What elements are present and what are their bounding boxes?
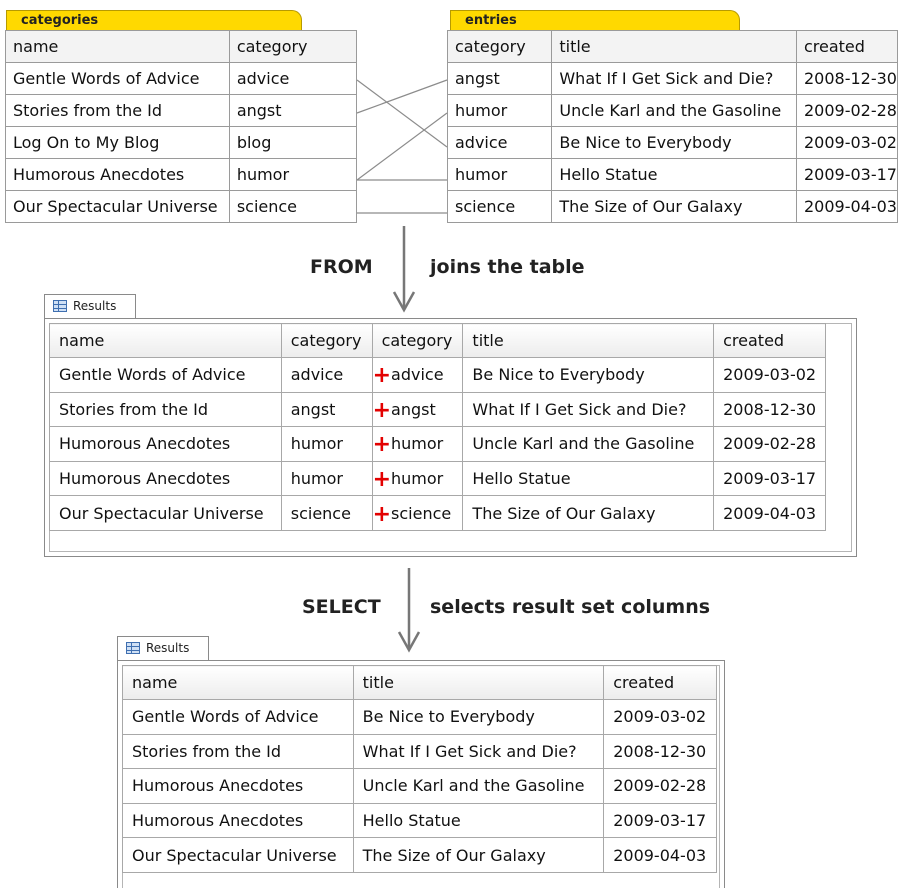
join-plus-icon: + bbox=[372, 397, 392, 423]
join-plus-icon: + bbox=[372, 432, 392, 458]
cell-title: What If I Get Sick and Die? bbox=[462, 391, 715, 428]
cell-title: What If I Get Sick and Die? bbox=[352, 733, 605, 770]
table-row[interactable]: Our Spectacular Universe The Size of Our… bbox=[122, 837, 717, 873]
results-header-row: name title created bbox=[122, 665, 717, 700]
column-header-category[interactable]: category bbox=[371, 323, 464, 358]
join-line-advice bbox=[356, 79, 448, 148]
results-header-row: name category category title created bbox=[49, 323, 826, 358]
cell-category-text: humor bbox=[391, 469, 444, 489]
cell-category: humor bbox=[280, 426, 373, 462]
down-arrow-icon bbox=[392, 226, 416, 313]
cell-name: Stories from the Id bbox=[49, 391, 282, 428]
column-header-created[interactable]: created bbox=[603, 665, 717, 700]
cell-category: +advice bbox=[371, 357, 464, 393]
cell-title: Be Nice to Everybody bbox=[352, 699, 605, 735]
select-keyword: SELECT bbox=[302, 596, 381, 618]
selected-results-table: name title created Gentle Words of Advic… bbox=[122, 665, 717, 873]
cell-name: Stories from the Id bbox=[122, 733, 354, 770]
column-header-name[interactable]: name bbox=[122, 665, 354, 700]
results-tab-label: Results bbox=[146, 641, 190, 655]
cell-category: +science bbox=[371, 495, 464, 531]
cell-created: 2009-03-17 bbox=[713, 460, 826, 497]
from-keyword: FROM bbox=[310, 256, 373, 278]
column-header-created[interactable]: created bbox=[713, 323, 826, 358]
cell-title: The Size of Our Galaxy bbox=[462, 495, 715, 531]
cell-category-text: science bbox=[391, 503, 452, 523]
join-line-humor-1 bbox=[356, 112, 448, 181]
table-row[interactable]: Stories from the Id angst +angst What If… bbox=[49, 391, 826, 428]
results-tab[interactable]: Results bbox=[117, 636, 209, 661]
table-row[interactable]: Gentle Words of Advice advice +advice Be… bbox=[49, 357, 826, 393]
column-header-title[interactable]: title bbox=[462, 323, 715, 358]
cell-category: humor bbox=[280, 460, 373, 497]
cell-created: 2009-03-02 bbox=[603, 699, 717, 735]
join-plus-icon: + bbox=[372, 501, 392, 527]
results-tab-label: Results bbox=[73, 299, 117, 313]
table-row[interactable]: Humorous Anecdotes humor +humor Uncle Ka… bbox=[49, 426, 826, 462]
table-row[interactable]: Gentle Words of Advice Be Nice to Everyb… bbox=[122, 699, 717, 735]
cell-title: The Size of Our Galaxy bbox=[352, 837, 605, 873]
cell-title: Hello Statue bbox=[462, 460, 715, 497]
cell-created: 2009-04-03 bbox=[713, 495, 826, 531]
join-plus-icon: + bbox=[372, 467, 392, 493]
table-row[interactable]: Humorous Anecdotes Uncle Karl and the Ga… bbox=[122, 768, 717, 804]
cell-name: Our Spectacular Universe bbox=[49, 495, 282, 531]
cell-created: 2008-12-30 bbox=[713, 391, 826, 428]
table-row[interactable]: Our Spectacular Universe science +scienc… bbox=[49, 495, 826, 531]
cell-title: Hello Statue bbox=[352, 802, 605, 839]
cell-category: science bbox=[280, 495, 373, 531]
cell-category-text: humor bbox=[391, 434, 444, 454]
join-connector-lines bbox=[356, 79, 448, 214]
column-header-title[interactable]: title bbox=[352, 665, 605, 700]
cell-created: 2009-04-03 bbox=[603, 837, 717, 873]
cell-name: Humorous Anecdotes bbox=[49, 460, 282, 497]
cell-title: Uncle Karl and the Gasoline bbox=[352, 768, 605, 804]
cell-created: 2009-02-28 bbox=[603, 768, 717, 804]
cell-category: angst bbox=[280, 391, 373, 428]
cell-category: +humor bbox=[371, 426, 464, 462]
cell-created: 2009-03-17 bbox=[603, 802, 717, 839]
join-line-angst bbox=[356, 79, 448, 114]
cell-name: Our Spectacular Universe bbox=[122, 837, 354, 873]
table-row[interactable]: Humorous Anecdotes humor +humor Hello St… bbox=[49, 460, 826, 497]
select-description: selects result set columns bbox=[430, 596, 711, 618]
table-row[interactable]: Stories from the Id What If I Get Sick a… bbox=[122, 733, 717, 770]
join-plus-icon: + bbox=[372, 363, 392, 389]
grid-icon bbox=[126, 642, 140, 654]
results-tab[interactable]: Results bbox=[44, 294, 136, 319]
column-header-name[interactable]: name bbox=[49, 323, 282, 358]
cell-created: 2008-12-30 bbox=[603, 733, 717, 770]
cell-created: 2009-02-28 bbox=[713, 426, 826, 462]
from-description: joins the table bbox=[430, 256, 585, 278]
cell-category: +angst bbox=[371, 391, 464, 428]
cell-name: Humorous Anecdotes bbox=[122, 768, 354, 804]
cell-category-text: angst bbox=[391, 399, 436, 419]
cell-category: +humor bbox=[371, 460, 464, 497]
cell-name: Gentle Words of Advice bbox=[49, 357, 282, 393]
joined-results-table: name category category title created Gen… bbox=[49, 323, 826, 531]
cell-title: Uncle Karl and the Gasoline bbox=[462, 426, 715, 462]
cell-name: Humorous Anecdotes bbox=[49, 426, 282, 462]
cell-name: Humorous Anecdotes bbox=[122, 802, 354, 839]
cell-created: 2009-03-02 bbox=[713, 357, 826, 393]
cell-name: Gentle Words of Advice bbox=[122, 699, 354, 735]
table-row[interactable]: Humorous Anecdotes Hello Statue 2009-03-… bbox=[122, 802, 717, 839]
column-header-category[interactable]: category bbox=[280, 323, 373, 358]
cell-category: advice bbox=[280, 357, 373, 393]
down-arrow-icon bbox=[397, 568, 421, 653]
cell-title: Be Nice to Everybody bbox=[462, 357, 715, 393]
grid-icon bbox=[53, 300, 67, 312]
cell-category-text: advice bbox=[391, 365, 444, 385]
